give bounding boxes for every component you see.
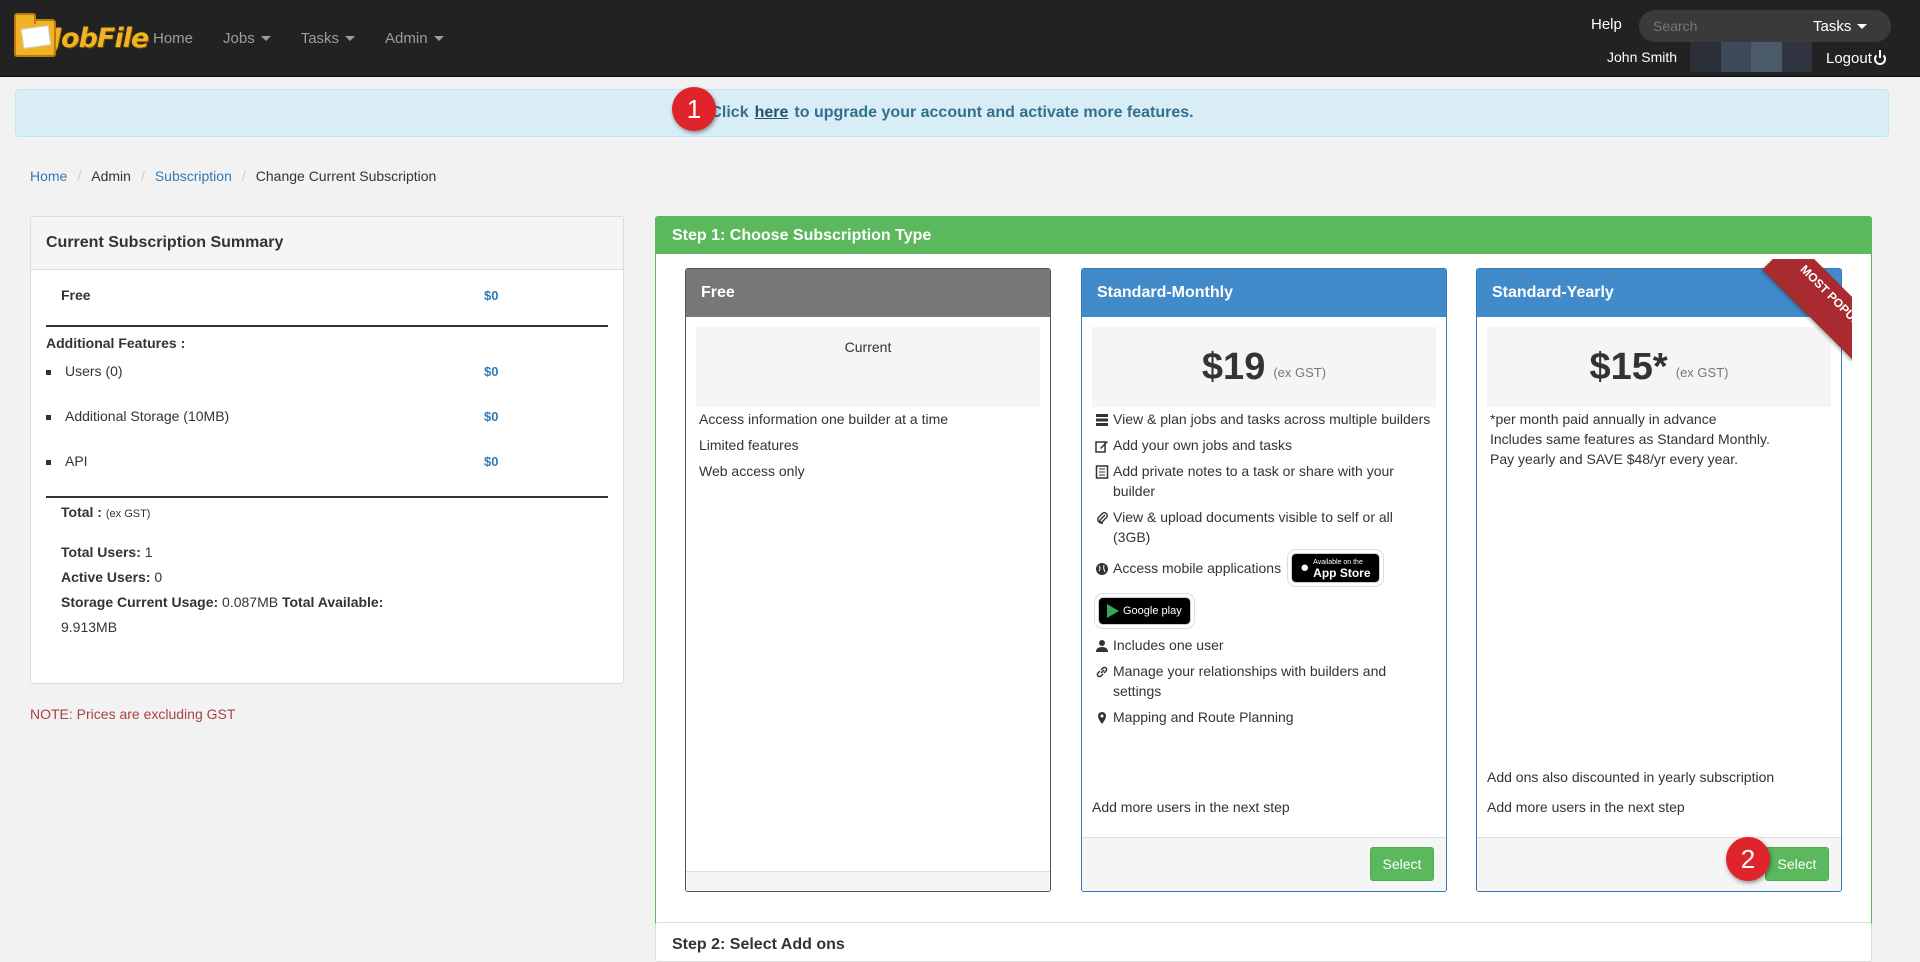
storage-usage: Storage Current Usage: 0.087MB Total Ava… [61, 594, 384, 610]
yearly-note: Includes same features as Standard Month… [1490, 431, 1770, 447]
nav-tasks-dropdown[interactable]: Tasks [286, 30, 370, 47]
main-nav: Home Jobs Tasks Admin [138, 0, 459, 77]
yearly-price: $15* [1589, 345, 1668, 388]
chevron-down-icon [1857, 23, 1868, 29]
monthly-feature: Manage your relationships with builders … [1095, 661, 1434, 701]
nav-admin-dropdown[interactable]: Admin [370, 30, 459, 47]
free-feature: Limited features [699, 437, 799, 453]
yearly-addons-note: Add ons also discounted in yearly subscr… [1487, 769, 1775, 785]
yearly-note: *per month paid annually in advance [1490, 411, 1717, 427]
google-play-badge[interactable]: Google play [1098, 597, 1191, 625]
search-input[interactable] [1639, 17, 1809, 35]
feature-api-price: $0 [484, 454, 499, 469]
summary-plan-name: Free [61, 287, 91, 303]
plan-standard-monthly: Standard-Monthly $19 (ex GST) View & pla… [1081, 268, 1447, 892]
apple-icon: ● [1300, 559, 1310, 576]
monthly-feature: Includes one user [1095, 635, 1434, 655]
total-users: Total Users: 1 [61, 544, 153, 560]
step1-title: Step 1: Choose Subscription Type [656, 217, 1871, 254]
user-icon [1095, 638, 1109, 652]
monthly-feature: Access mobile applications ● Available o… [1095, 553, 1434, 583]
storage-available: 9.913MB [61, 619, 118, 635]
breadcrumb-home[interactable]: Home [30, 168, 67, 184]
monthly-feature: Mapping and Route Planning [1095, 707, 1434, 727]
logout-link[interactable]: Logout [1826, 49, 1886, 67]
monthly-price: $19 [1201, 345, 1266, 388]
monthly-feature: View & upload documents visible to self … [1095, 507, 1434, 547]
plan-standard-yearly: Standard-Yearly $15* (ex GST) *per month… [1476, 268, 1842, 892]
brand-logo[interactable]: JobFile [14, 8, 149, 68]
nav-jobs-dropdown[interactable]: Jobs [208, 30, 286, 47]
breadcrumb: Home / Admin / Subscription / Change Cur… [30, 168, 437, 184]
feature-users: Users (0) [46, 363, 123, 379]
chevron-down-icon [260, 36, 271, 41]
active-users: Active Users: 0 [61, 569, 163, 585]
feature-users-price: $0 [484, 364, 499, 379]
current-plan-label: Current [844, 339, 892, 355]
step2-title: Step 2: Select Add ons [672, 936, 845, 953]
chevron-down-icon [433, 36, 444, 41]
search-box: Tasks [1639, 10, 1891, 42]
app-store-badge[interactable]: ● Available on the App Store [1291, 553, 1380, 583]
subscription-summary-panel: Current Subscription Summary Free $0 Add… [30, 216, 624, 684]
nav-home[interactable]: Home [138, 30, 208, 47]
plan-monthly-title: Standard-Monthly [1082, 269, 1446, 317]
step-badge-1: 1 [672, 87, 716, 131]
most-popular-ribbon: MOST POPULAR [1752, 259, 1852, 361]
monthly-gst: (ex GST) [1273, 364, 1327, 380]
avatar [1690, 42, 1812, 72]
upgrade-alert: Click here to upgrade your account and a… [15, 89, 1889, 137]
yearly-footer-note: Add more users in the next step [1487, 799, 1685, 815]
monthly-feature: Add private notes to a task or share wit… [1095, 461, 1434, 501]
monthly-feature: Add your own jobs and tasks [1095, 435, 1434, 455]
feature-api: API [46, 453, 88, 469]
power-icon [1873, 49, 1886, 65]
help-link[interactable]: Help [1591, 16, 1622, 33]
play-icon [1107, 604, 1119, 618]
step-badge-2: 2 [1726, 837, 1770, 881]
gst-note: NOTE: Prices are excluding GST [30, 706, 236, 722]
yearly-gst: (ex GST) [1675, 364, 1729, 380]
free-feature: Web access only [699, 463, 805, 479]
breadcrumb-current: Change Current Subscription [255, 168, 437, 184]
search-scope-dropdown[interactable]: Tasks [1813, 18, 1868, 35]
notes-icon [1095, 464, 1109, 479]
link-icon [1095, 664, 1109, 678]
folder-icon [14, 13, 56, 57]
plan-free: Free Current Access information one buil… [685, 268, 1051, 892]
user-name[interactable]: John Smith [1607, 49, 1677, 65]
feature-storage-price: $0 [484, 409, 499, 424]
total-label: Total : (ex GST) [61, 504, 151, 520]
feature-storage: Additional Storage (10MB) [46, 408, 229, 424]
select-yearly-button[interactable]: Select [1765, 847, 1829, 881]
edit-icon [1095, 438, 1109, 453]
top-navbar: JobFile Home Jobs Tasks Admin Help Tasks… [0, 0, 1920, 77]
tasks-icon [1095, 412, 1109, 426]
yearly-note: Pay yearly and SAVE $48/yr every year. [1490, 451, 1738, 467]
monthly-feature: View & plan jobs and tasks across multip… [1095, 409, 1434, 429]
monthly-footer-note: Add more users in the next step [1092, 799, 1290, 815]
free-feature: Access information one builder at a time [699, 411, 949, 427]
summary-title: Current Subscription Summary [31, 217, 623, 270]
map-marker-icon [1095, 710, 1109, 724]
plan-free-title: Free [686, 269, 1050, 317]
upgrade-here-link[interactable]: here [755, 104, 789, 122]
select-monthly-button[interactable]: Select [1370, 847, 1434, 881]
additional-features-label: Additional Features : [46, 335, 186, 351]
paperclip-icon [1095, 510, 1109, 524]
breadcrumb-subscription[interactable]: Subscription [155, 168, 232, 184]
step2-panel: Step 2: Select Add ons [655, 922, 1872, 962]
breadcrumb-admin: Admin [91, 168, 131, 184]
brand-name: JobFile [52, 22, 149, 54]
globe-icon [1095, 561, 1109, 575]
summary-plan-price: $0 [484, 288, 499, 303]
chevron-down-icon [345, 36, 356, 41]
